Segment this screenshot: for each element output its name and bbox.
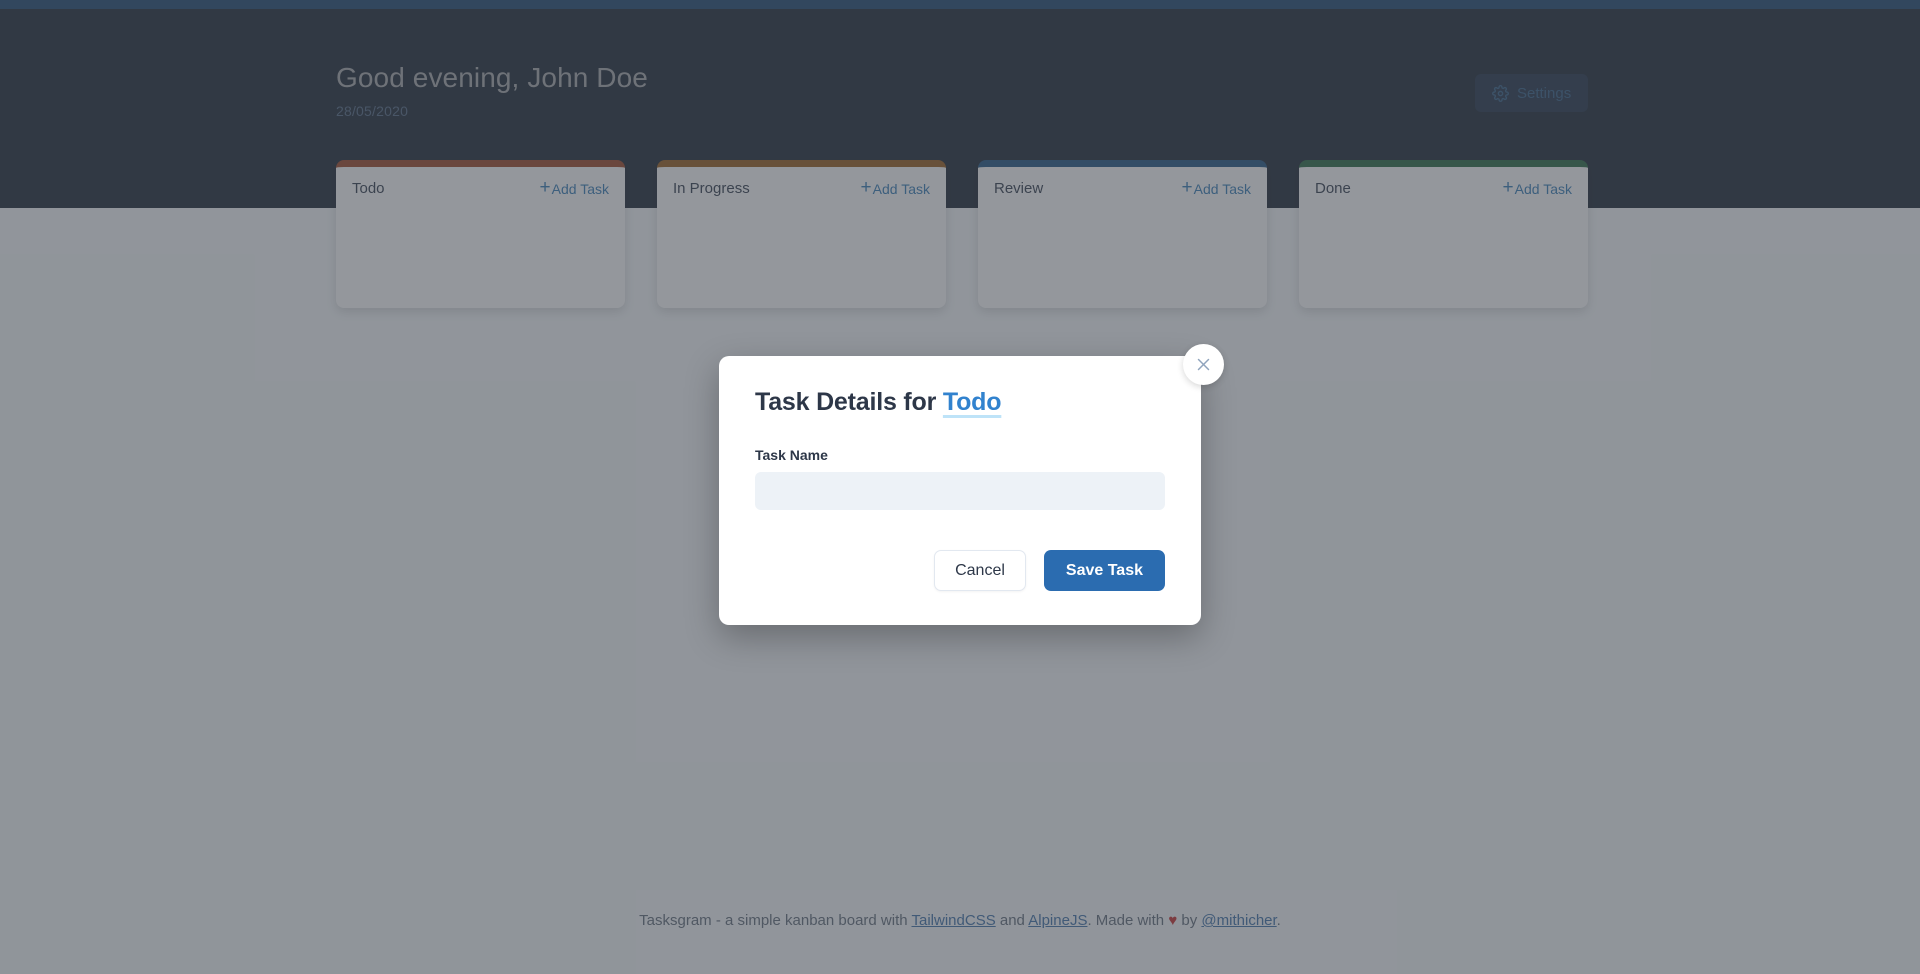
cancel-button[interactable]: Cancel	[934, 550, 1026, 591]
modal-title-column-link[interactable]: Todo	[943, 388, 1002, 416]
task-details-modal: Task Details for Todo Task Name Cancel S…	[719, 344, 1224, 625]
close-icon[interactable]	[1183, 344, 1224, 385]
save-task-button[interactable]: Save Task	[1043, 550, 1165, 591]
task-name-input[interactable]	[755, 472, 1165, 510]
modal-actions: Cancel Save Task	[755, 550, 1165, 591]
modal-title: Task Details for Todo	[755, 388, 1165, 417]
modal-title-prefix: Task Details for	[755, 388, 937, 416]
task-name-label: Task Name	[755, 447, 828, 463]
app-root: Good evening, John Doe 28/05/2020 Settin…	[0, 0, 1920, 974]
